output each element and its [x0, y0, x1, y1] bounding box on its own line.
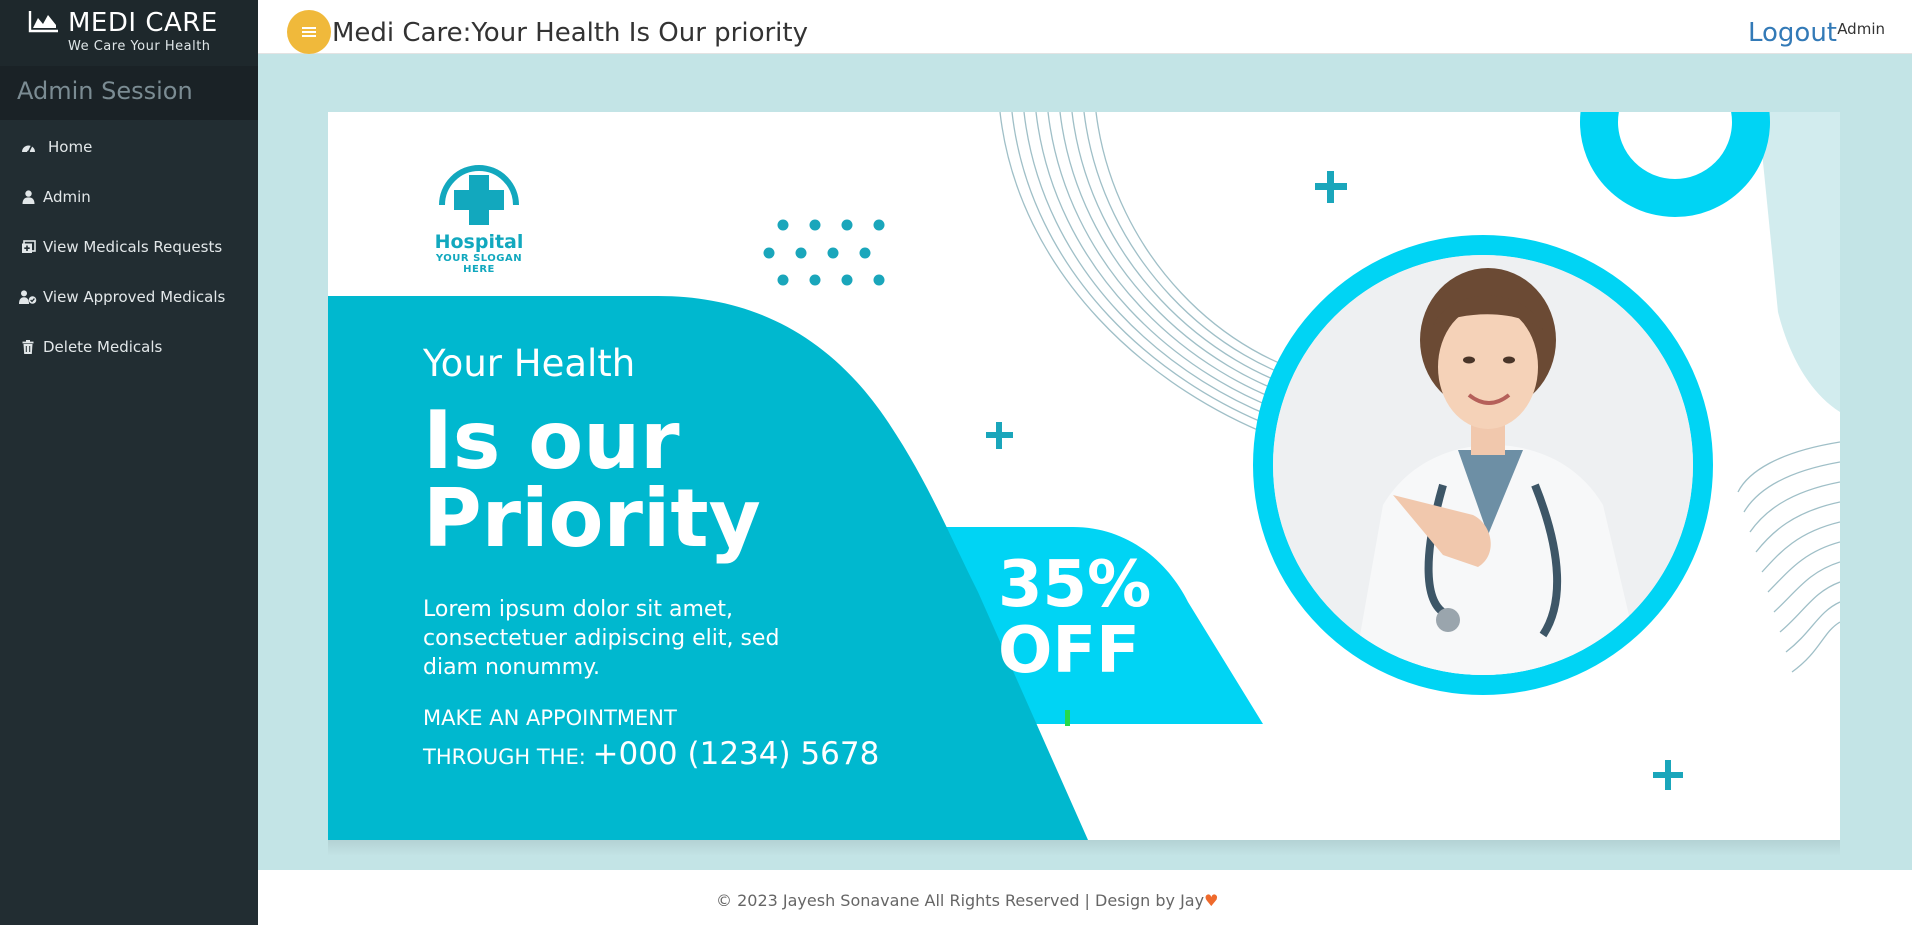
sidebar-item-view-approved-medicals[interactable]: View Approved Medicals: [0, 272, 258, 322]
banner-body-line3: diam nonummy.: [423, 655, 601, 680]
main-content: Hospital YOUR SLOGAN HERE Your Health Is…: [258, 54, 1912, 870]
doctor-illustration: [1273, 255, 1693, 675]
area-chart-icon: [28, 9, 60, 37]
sidebar-item-label: Admin: [43, 188, 91, 206]
copyright-text: © 2023 Jayesh Sonavane All Rights Reserv…: [716, 891, 1218, 910]
medical-kit-icon: [19, 240, 37, 254]
banner-headline-line1: Is our: [423, 394, 680, 487]
sidebar-item-view-medicals-requests[interactable]: View Medicals Requests: [0, 222, 258, 272]
brand[interactable]: MEDI CARE We Care Your Health: [0, 0, 258, 66]
promo-banner-image: Hospital YOUR SLOGAN HERE Your Health Is…: [328, 112, 1840, 840]
session-label: Admin Session: [0, 66, 258, 120]
hospital-logo: Hospital YOUR SLOGAN HERE: [419, 163, 539, 275]
heart-icon: ♥: [1204, 891, 1219, 910]
sidebar-item-delete-medicals[interactable]: Delete Medicals: [0, 322, 258, 372]
hospital-slogan: YOUR SLOGAN HERE: [435, 253, 523, 275]
banner-phone-number: +000 (1234) 5678: [592, 736, 880, 772]
banner-appointment-line1: MAKE AN APPOINTMENT: [423, 706, 677, 730]
footer: © 2023 Jayesh Sonavane All Rights Reserv…: [258, 870, 1912, 925]
sidebar: MEDI CARE We Care Your Health Admin Sess…: [0, 0, 258, 925]
banner-headline-small: Your Health: [423, 342, 636, 385]
banner-headline: Is our Priority: [423, 394, 761, 565]
user-icon: [19, 190, 37, 204]
trash-icon: [19, 340, 37, 354]
menu-icon: [302, 25, 316, 39]
sidebar-item-label: Delete Medicals: [43, 338, 163, 356]
medical-cross-icon: [439, 165, 519, 225]
sidebar-nav: Home Admin View Medicals Requests View A…: [0, 122, 258, 372]
doctor-photo: [1253, 235, 1713, 695]
banner-body-line1: Lorem ipsum dolor sit amet,: [423, 597, 734, 622]
brand-title: MEDI CARE: [68, 8, 218, 38]
user-check-icon: [19, 290, 37, 304]
sidebar-toggle-button[interactable]: [287, 10, 331, 54]
page-title: Medi Care:Your Health Is Our priority: [332, 18, 808, 48]
banner-discount: 35% OFF: [998, 552, 1151, 684]
dashboard-icon: [19, 142, 37, 153]
logout-link[interactable]: Logout: [1748, 18, 1837, 48]
sidebar-item-label: View Medicals Requests: [43, 238, 223, 256]
banner-discount-percent: 35%: [998, 548, 1152, 622]
banner-headline-line2: Priority: [423, 472, 761, 565]
banner-discount-word: OFF: [998, 614, 1140, 688]
user-role-label: Admin: [1837, 20, 1885, 38]
top-header: Medi Care:Your Health Is Our priority Lo…: [258, 0, 1912, 54]
banner-body-text: Lorem ipsum dolor sit amet, consectetuer…: [423, 595, 893, 682]
banner-appointment: MAKE AN APPOINTMENT THROUGH THE: +000 (1…: [423, 700, 879, 775]
sidebar-item-home[interactable]: Home: [0, 122, 258, 172]
banner-appointment-prefix: THROUGH THE:: [423, 745, 593, 769]
hospital-name: Hospital: [434, 231, 524, 253]
sidebar-item-admin[interactable]: Admin: [0, 172, 258, 222]
sidebar-item-label: Home: [48, 138, 93, 156]
banner-body-line2: consectetuer adipiscing elit, sed: [423, 626, 780, 651]
sidebar-item-label: View Approved Medicals: [43, 288, 226, 306]
copyright-label: © 2023 Jayesh Sonavane All Rights Reserv…: [716, 891, 1205, 910]
brand-tagline: We Care Your Health: [68, 39, 211, 54]
banner-shadow: [328, 840, 1840, 856]
